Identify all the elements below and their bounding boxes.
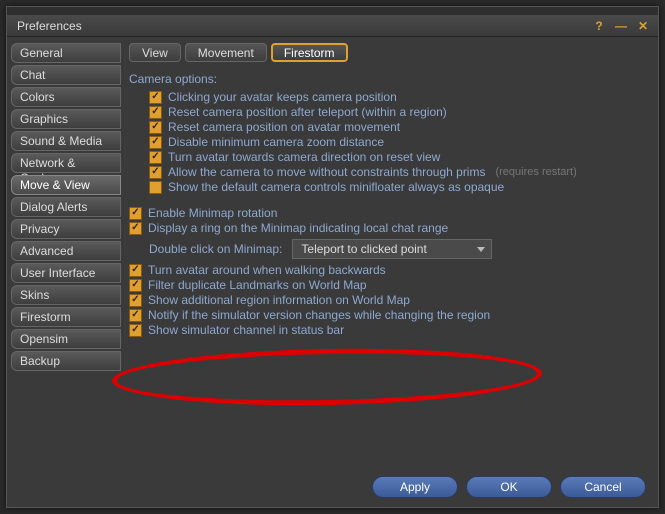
option-row: Reset camera position after teleport (wi… [129,105,648,119]
option-row: Turn avatar around when walking backward… [129,263,648,277]
option-label: Filter duplicate Landmarks on World Map [148,278,367,292]
checkbox[interactable] [149,106,162,119]
sidebar-item-move-view[interactable]: Move & View [11,175,121,195]
double-click-minimap-dropdown[interactable]: Teleport to clicked point [292,239,492,259]
checkbox[interactable] [149,121,162,134]
option-label: Turn avatar towards camera direction on … [168,150,440,164]
apply-button[interactable]: Apply [372,476,458,498]
option-row: Reset camera position on avatar movement [129,120,648,134]
sidebar-item-general[interactable]: General [11,43,121,63]
ok-button[interactable]: OK [466,476,552,498]
option-label: Reset camera position on avatar movement [168,120,400,134]
sidebar-item-privacy[interactable]: Privacy [11,219,121,239]
checkbox[interactable] [149,151,162,164]
option-label: Clicking your avatar keeps camera positi… [168,90,397,104]
sidebar-item-chat[interactable]: Chat [11,65,121,85]
checkbox[interactable] [129,222,142,235]
sidebar-item-network-cache[interactable]: Network & Cache [11,153,121,173]
option-label: Show the default camera controls miniflo… [168,180,504,194]
sidebar-item-backup[interactable]: Backup [11,351,121,371]
sidebar-item-advanced[interactable]: Advanced [11,241,121,261]
option-hint: (requires restart) [495,166,576,178]
dialog-body: GeneralChatColorsGraphicsSound & MediaNe… [7,37,658,467]
sidebar-item-user-interface[interactable]: User Interface [11,263,121,283]
checkbox[interactable] [149,166,162,179]
titlebar: Preferences ? — ✕ [7,15,658,37]
checkbox[interactable] [129,279,142,292]
option-row: Turn avatar towards camera direction on … [129,150,648,164]
sidebar-item-graphics[interactable]: Graphics [11,109,121,129]
option-row: Filter duplicate Landmarks on World Map [129,278,648,292]
close-icon[interactable]: ✕ [636,19,650,33]
option-label: Show additional region information on Wo… [148,293,410,307]
tab-movement[interactable]: Movement [185,43,267,62]
sidebar-item-skins[interactable]: Skins [11,285,121,305]
camera-options-heading: Camera options: [129,72,648,86]
camera-options-list: Clicking your avatar keeps camera positi… [129,90,648,194]
tab-firestorm[interactable]: Firestorm [271,43,348,62]
option-row: Allow the camera to move without constra… [129,165,648,179]
checkbox[interactable] [129,324,142,337]
option-label: Disable minimum camera zoom distance [168,135,384,149]
category-sidebar: GeneralChatColorsGraphicsSound & MediaNe… [7,37,121,467]
checkbox[interactable] [129,264,142,277]
option-row: Notify if the simulator version changes … [129,308,648,322]
tab-view[interactable]: View [129,43,181,62]
window-title: Preferences [17,19,82,33]
option-label: Turn avatar around when walking backward… [148,263,386,277]
option-row: Show the default camera controls miniflo… [129,180,648,194]
checkbox[interactable] [129,294,142,307]
option-row: Enable Minimap rotation [129,206,648,220]
sidebar-item-sound-media[interactable]: Sound & Media [11,131,121,151]
option-row: Disable minimum camera zoom distance [129,135,648,149]
option-row: Clicking your avatar keeps camera positi… [129,90,648,104]
cancel-button[interactable]: Cancel [560,476,646,498]
preferences-window: Preferences ? — ✕ GeneralChatColorsGraph… [6,6,659,508]
sidebar-item-firestorm[interactable]: Firestorm [11,307,121,327]
double-click-minimap-row: Double click on Minimap: Teleport to cli… [129,239,648,259]
minimap-options-top: Enable Minimap rotationDisplay a ring on… [129,206,648,235]
checkbox[interactable] [129,309,142,322]
minimap-options-bottom: Turn avatar around when walking backward… [129,263,648,337]
option-label: Allow the camera to move without constra… [168,165,485,179]
option-row: Show simulator channel in status bar [129,323,648,337]
sidebar-item-colors[interactable]: Colors [11,87,121,107]
titlebar-controls: ? — ✕ [592,19,658,33]
dropdown-value: Teleport to clicked point [301,242,426,256]
minimize-icon[interactable]: — [614,19,628,33]
checkbox[interactable] [149,91,162,104]
option-label: Enable Minimap rotation [148,206,277,220]
option-row: Show additional region information on Wo… [129,293,648,307]
checkbox[interactable] [149,136,162,149]
sidebar-item-opensim[interactable]: Opensim [11,329,121,349]
dialog-footer: Apply OK Cancel [7,467,658,507]
option-label: Reset camera position after teleport (wi… [168,105,447,119]
option-label: Display a ring on the Minimap indicating… [148,221,448,235]
subtab-row: ViewMovementFirestorm [129,43,648,62]
checkbox[interactable] [129,207,142,220]
option-label: Notify if the simulator version changes … [148,308,490,322]
option-label: Show simulator channel in status bar [148,323,344,337]
menubar-stub [7,7,658,15]
option-row: Display a ring on the Minimap indicating… [129,221,648,235]
double-click-minimap-label: Double click on Minimap: [149,242,282,256]
checkbox[interactable] [149,181,162,194]
content-panel: ViewMovementFirestorm Camera options: Cl… [121,37,658,467]
help-icon[interactable]: ? [592,19,606,33]
sidebar-item-dialog-alerts[interactable]: Dialog Alerts [11,197,121,217]
